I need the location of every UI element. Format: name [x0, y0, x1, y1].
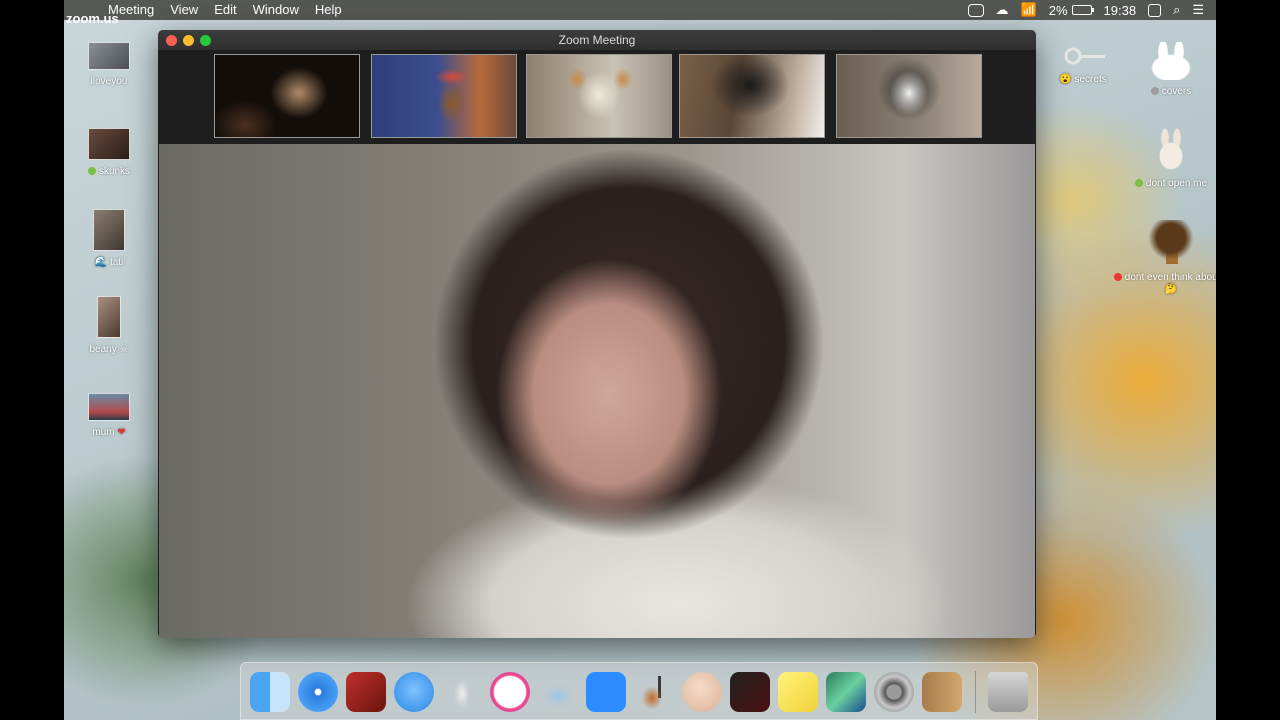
folder-thumbnail: [93, 209, 125, 251]
wifi-icon[interactable]: 📶: [1021, 2, 1037, 18]
messages-icon[interactable]: [394, 672, 434, 712]
finder-icon[interactable]: [250, 672, 290, 712]
dock: [240, 662, 1038, 720]
desktop-icon-secrets[interactable]: 😮 secrets: [1038, 44, 1128, 86]
contacts-icon[interactable]: [922, 672, 962, 712]
clock[interactable]: 19:38: [1104, 3, 1137, 18]
participant-video-2[interactable]: [371, 54, 517, 138]
creative-cloud-icon[interactable]: ☁: [996, 2, 1009, 18]
lion-icon: [1148, 220, 1194, 266]
desktop: zoom.us Meeting View Edit Window Help ☁ …: [64, 0, 1216, 720]
photo-app-icon[interactable]: [730, 672, 770, 712]
safari-icon[interactable]: [298, 672, 338, 712]
desktop-icon-beany[interactable]: beany ☠: [64, 296, 154, 356]
desktop-icon-label: dont even think about it: [1124, 272, 1216, 283]
desktop-icon-mum[interactable]: mum ❤: [64, 393, 154, 439]
dock-separator: [975, 671, 976, 713]
desktop-icon-label: iloveyou: [90, 76, 128, 87]
desktop-icon-label: secrets: [1074, 74, 1107, 85]
folder-thumbnail: [88, 393, 130, 421]
menu-edit[interactable]: Edit: [206, 0, 244, 20]
menu-bar: zoom.us Meeting View Edit Window Help ☁ …: [64, 0, 1216, 26]
desktop-icon-label: tati: [109, 257, 124, 268]
desktop-icon-covers[interactable]: covers: [1126, 42, 1216, 98]
desktop-icon-label: covers: [1161, 86, 1192, 97]
desktop-icon-label: skunks: [98, 166, 131, 177]
status-dot: [1134, 179, 1143, 187]
skull-icon: ☠: [116, 344, 129, 355]
preview-icon[interactable]: [826, 672, 866, 712]
desktop-icon-skunks[interactable]: skunks: [64, 128, 154, 178]
wave-icon: 🌊: [94, 257, 110, 268]
participant-video-3[interactable]: [526, 54, 672, 138]
heart-icon: ❤: [114, 427, 126, 438]
seal-icon[interactable]: [538, 672, 578, 712]
zoom-meeting-window[interactable]: Zoom Meeting: [158, 30, 1036, 638]
status-dot: [1150, 87, 1159, 95]
desktop-icon-label: mum: [92, 427, 115, 438]
face-icon[interactable]: [682, 672, 722, 712]
participant-video-1[interactable]: [214, 54, 360, 138]
desktop-icon-tati[interactable]: 🌊 tati: [64, 209, 154, 269]
window-titlebar[interactable]: Zoom Meeting: [158, 30, 1036, 50]
desktop-icon-dont-open-me[interactable]: dont open me: [1126, 128, 1216, 190]
key-icon: [1061, 44, 1105, 68]
system-preferences-icon[interactable]: [874, 672, 914, 712]
folder-thumbnail: [88, 128, 130, 160]
rabbit-figure-icon: [1156, 128, 1186, 172]
zoom-icon[interactable]: [586, 672, 626, 712]
folder-thumbnail: [88, 42, 130, 70]
folder-thumbnail: [97, 296, 121, 338]
thinking-face-icon: 🤔: [1164, 284, 1178, 295]
garageband-icon[interactable]: [634, 672, 674, 712]
menu-help[interactable]: Help: [307, 0, 350, 20]
desktop-icon-dont-even-think-about-it[interactable]: dont even think about it 🤔: [1111, 220, 1216, 296]
desktop-icon-label: beany: [89, 344, 117, 355]
stickies-icon[interactable]: [778, 672, 818, 712]
status-dot: [1113, 273, 1122, 281]
desktop-icon-label: dont open me: [1145, 178, 1208, 189]
menu-window[interactable]: Window: [245, 0, 307, 20]
battery-indicator[interactable]: 2%: [1048, 2, 1094, 18]
participant-video-4[interactable]: [679, 54, 825, 138]
camera-status-icon[interactable]: [967, 3, 984, 17]
active-speaker-video[interactable]: [159, 144, 1035, 638]
desktop-icon-iloveyou[interactable]: iloveyou: [64, 42, 154, 88]
battery-icon: [1071, 5, 1094, 15]
bunny-icon: [1150, 42, 1192, 80]
status-dot: [87, 167, 96, 175]
notification-center-icon[interactable]: ☰: [1192, 2, 1204, 18]
itunes-icon[interactable]: [490, 672, 530, 712]
menu-view[interactable]: View: [162, 0, 206, 20]
face-icon: 😮: [1059, 74, 1075, 85]
battery-percent: 2%: [1048, 2, 1068, 18]
rodent-icon[interactable]: [442, 672, 482, 712]
participant-video-5[interactable]: [836, 54, 982, 138]
window-title: Zoom Meeting: [558, 33, 636, 47]
spotlight-search-icon[interactable]: ⌕: [1173, 2, 1180, 18]
participant-strip: [158, 54, 1036, 140]
calendar-icon[interactable]: [1148, 3, 1162, 17]
photo-booth-icon[interactable]: [346, 672, 386, 712]
trash-icon[interactable]: [988, 672, 1028, 712]
